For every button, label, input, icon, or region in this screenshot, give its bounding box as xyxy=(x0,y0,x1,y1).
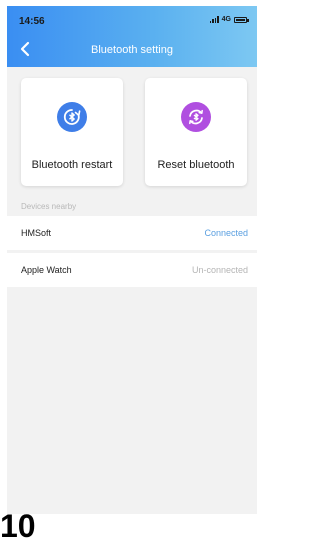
app-header: 14:56 4G Bluetooth setting xyxy=(7,6,257,67)
reset-bluetooth-button[interactable]: Reset bluetooth xyxy=(145,78,247,186)
network-label: 4G xyxy=(221,16,231,23)
page-title: Bluetooth setting xyxy=(91,44,173,56)
device-status: Connected xyxy=(204,228,248,238)
device-name: Apple Watch xyxy=(21,265,72,275)
signal-icon xyxy=(209,16,219,23)
devices-nearby-label: Devices nearby xyxy=(21,202,77,211)
bluetooth-restart-button[interactable]: Bluetooth restart xyxy=(21,78,123,186)
device-name: HMSoft xyxy=(21,228,52,238)
device-row-apple-watch[interactable]: Apple Watch Un-connected xyxy=(7,253,257,287)
figure-label-partial: 10 xyxy=(0,508,36,544)
bluetooth-reset-icon xyxy=(181,102,211,132)
device-status: Un-connected xyxy=(191,265,248,275)
bluetooth-restart-label: Bluetooth restart xyxy=(31,159,113,171)
status-time: 14:56 xyxy=(19,16,45,27)
battery-icon xyxy=(234,16,249,23)
device-row-hmsoft[interactable]: HMSoft Connected xyxy=(7,216,257,250)
status-indicators: 4G xyxy=(209,16,249,23)
bluetooth-restart-icon xyxy=(57,102,87,132)
reset-bluetooth-label: Reset bluetooth xyxy=(157,159,235,171)
phone-screen: 14:56 4G Bluetooth setting Bluetooth res… xyxy=(7,6,257,514)
